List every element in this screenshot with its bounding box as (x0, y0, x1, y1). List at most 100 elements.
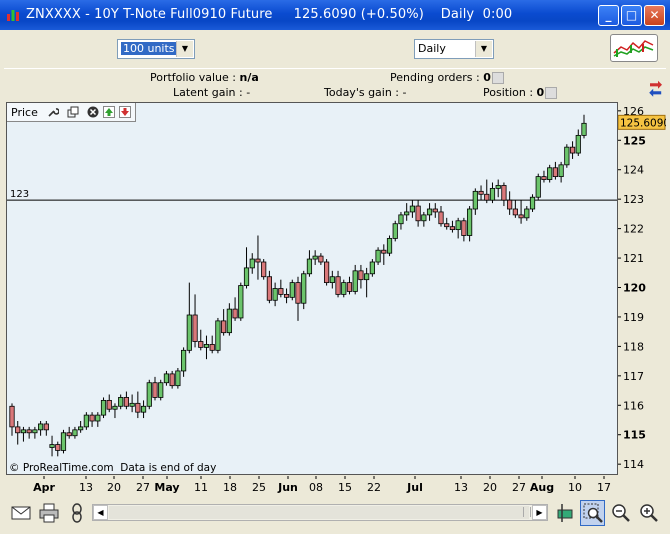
candle (438, 206, 444, 227)
portfolio-value: Portfolio value : n/a (150, 71, 259, 84)
candle (323, 259, 330, 286)
x-tick-label: 25 (252, 481, 266, 494)
x-tick-label: Jul (406, 481, 423, 494)
units-select[interactable]: 100 units ▼ (117, 39, 195, 59)
chevron-down-icon[interactable]: ▼ (475, 41, 492, 57)
candle-body (484, 193, 490, 201)
candle (404, 203, 410, 221)
scroll-left-icon[interactable]: ◀ (93, 505, 108, 520)
indicators-button[interactable] (610, 34, 658, 62)
maximize-button[interactable]: □ (621, 5, 642, 26)
move-up-icon[interactable] (103, 106, 115, 118)
candle (95, 412, 101, 427)
x-tick-label: 18 (223, 481, 237, 494)
move-down-icon[interactable] (119, 106, 131, 118)
candle-body (535, 176, 541, 198)
close-button[interactable]: ✕ (644, 5, 665, 26)
horizontal-scrollbar[interactable]: ◀ ▶ (92, 504, 548, 521)
candle (364, 267, 370, 298)
pending-orders: Pending orders : 0 (390, 71, 504, 84)
candle-body (329, 276, 335, 284)
candle (518, 200, 524, 224)
candle-body (529, 196, 536, 210)
swap-arrows-icon[interactable] (646, 80, 666, 98)
candle (489, 182, 496, 204)
chevron-down-icon[interactable]: ▼ (176, 41, 193, 57)
y-tick-label: 125 (623, 134, 646, 147)
close-position-icon[interactable] (545, 87, 558, 99)
scroll-right-icon[interactable]: ▶ (532, 505, 547, 520)
cursor-cross-icon[interactable] (554, 502, 576, 524)
minimize-button[interactable]: _ (598, 5, 619, 26)
window-title: ZNXXXX - 10Y T-Note Full0910 Future 125.… (26, 7, 513, 22)
candle-body (72, 429, 78, 437)
candle-body (192, 314, 198, 342)
scrollbar-grip[interactable] (523, 507, 531, 517)
candle-body (112, 405, 118, 410)
candle (472, 188, 478, 215)
candle (329, 270, 335, 289)
zoom-out-icon[interactable] (610, 502, 632, 524)
candle-body (152, 382, 158, 398)
candle-body (32, 429, 38, 434)
candle-body (346, 282, 353, 292)
cancel-orders-icon[interactable] (491, 72, 504, 84)
candle-body (203, 344, 210, 348)
copyright-note: © ProRealTime.com Data is end of day (9, 462, 217, 474)
panel-title: Price (11, 106, 38, 119)
timeframe-select-value: Daily (418, 42, 446, 55)
candle-body (278, 288, 284, 295)
candle-body (266, 276, 273, 301)
zoom-selection-button[interactable] (580, 500, 605, 526)
y-tick-label: 122 (623, 223, 644, 236)
candle-body (489, 187, 496, 201)
candle-body (335, 276, 341, 295)
candle-body (261, 261, 267, 278)
latent-gain: Latent gain : - (173, 86, 251, 99)
candle-body (432, 208, 438, 213)
close-panel-icon[interactable] (87, 106, 99, 118)
wrench-icon[interactable] (47, 106, 59, 118)
link-icon[interactable] (66, 502, 88, 524)
candle-body (83, 414, 89, 428)
candlestick-chart[interactable]: 123 (7, 103, 617, 474)
candle (484, 179, 490, 204)
email-icon[interactable] (10, 502, 32, 524)
price-chart-panel[interactable]: 123 Price © ProRealTime.com Data is end … (6, 102, 618, 475)
candle (318, 253, 324, 265)
timeframe-select[interactable]: Daily ▼ (414, 39, 494, 59)
candle (421, 211, 427, 227)
date-axis[interactable]: Apr 13 20 27 May 11 18 25 Jun 08 15 22 Jul 13 20 27 Aug 1… (6, 476, 618, 496)
price-axis[interactable]: 126 125 124 123 122 121 120 119 118 117 116 115 114 1… (617, 102, 670, 475)
candle-body (163, 373, 170, 384)
candle-body (569, 146, 576, 154)
candle (129, 394, 135, 413)
candle (232, 297, 238, 321)
horizontal-line-label: 123 (10, 189, 29, 200)
prorealtime-app-icon (7, 10, 19, 21)
windows-icon[interactable] (67, 106, 79, 118)
candle-body (209, 344, 215, 351)
candle (180, 347, 187, 377)
candle (455, 217, 461, 239)
candle-body (20, 429, 27, 434)
candle (535, 173, 541, 201)
todays-gain: Today's gain : - (324, 86, 407, 99)
candle-body (49, 444, 55, 448)
candle (158, 379, 164, 401)
candle (221, 309, 227, 336)
candle (289, 279, 295, 301)
y-tick-label: 114 (623, 458, 644, 471)
candle-body (146, 382, 152, 407)
candle-body (249, 258, 255, 269)
x-tick-label: May (154, 481, 179, 494)
print-icon[interactable] (38, 502, 60, 524)
candle-body (575, 134, 581, 154)
candle (346, 276, 353, 295)
zoom-in-icon[interactable] (638, 502, 660, 524)
candle-body (381, 249, 387, 254)
scrollbar-thumb[interactable] (109, 506, 529, 519)
candle (112, 403, 118, 419)
candle-body (341, 282, 347, 295)
candle (123, 391, 129, 410)
